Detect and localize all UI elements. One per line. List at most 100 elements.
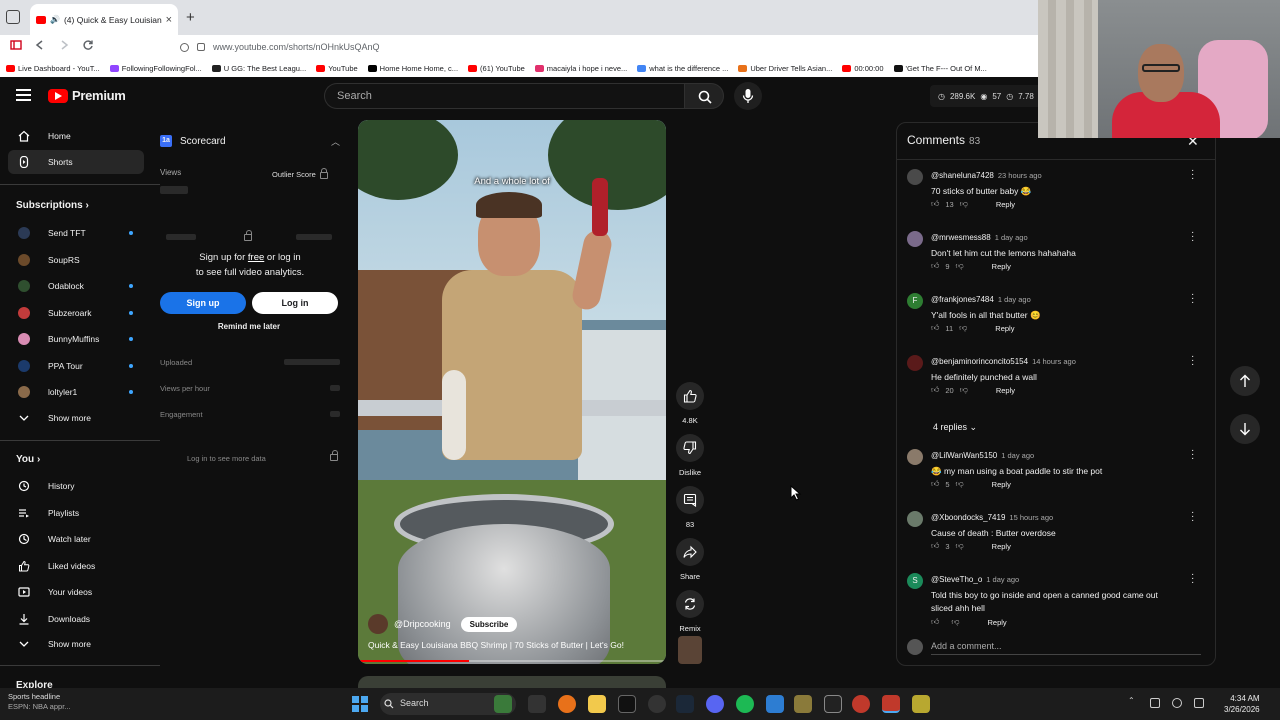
sidebar-subscription-item[interactable]: Odablock [8, 275, 144, 297]
channel-avatar[interactable] [368, 614, 388, 634]
comment-dislike-icon[interactable]: 👎︎ [956, 541, 964, 551]
comment-dislike-icon[interactable]: 👎︎ [959, 323, 967, 333]
comment-author[interactable]: @benjaminorinconcito5154 [931, 357, 1028, 366]
comment-like-icon[interactable]: 👍︎ [931, 541, 939, 551]
sidebar-subscription-item[interactable]: Subzeroark [8, 302, 144, 324]
new-tab-button[interactable]: + [186, 9, 195, 26]
like-button[interactable]: 4.8K [676, 382, 704, 425]
reload-icon[interactable] [82, 39, 94, 51]
comment-reply-button[interactable]: Reply [996, 200, 1015, 209]
commenter-avatar[interactable] [907, 511, 923, 527]
sidebar-subscription-item[interactable]: PPA Tour [8, 355, 144, 377]
previous-short-button[interactable] [1230, 366, 1260, 396]
bookmark-item[interactable]: FollowingFollowingFol... [109, 64, 202, 73]
sidebar-subscription-item[interactable]: SoupRS [8, 249, 144, 271]
short-video-player[interactable]: And a whole lot of @Dripcooking Subscrib… [358, 120, 666, 664]
menu-icon[interactable] [16, 89, 31, 101]
log-in-button[interactable]: Log in [252, 292, 338, 314]
comment-like-icon[interactable]: 👍︎ [931, 323, 939, 333]
more-options-icon[interactable]: · · · [1191, 290, 1195, 308]
next-short-button[interactable] [1230, 414, 1260, 444]
outlier-score-button[interactable]: Outlier Score [264, 166, 336, 182]
comment-like-icon[interactable]: 👍︎ [931, 261, 939, 271]
comment-author[interactable]: @Xboondocks_7419 [931, 513, 1005, 522]
bookmark-item[interactable]: YouTube [316, 64, 358, 73]
taskbar-app-icon[interactable] [494, 695, 512, 713]
sign-up-button[interactable]: Sign up [160, 292, 246, 314]
comment-dislike-icon[interactable]: 👎︎ [956, 479, 964, 489]
battlenet-app-icon[interactable] [766, 695, 784, 713]
you-header[interactable]: You › [16, 454, 40, 465]
obs-app-icon[interactable] [648, 695, 666, 713]
remind-me-later-link[interactable]: Remind me later [160, 322, 338, 331]
sidebar-item-downloads[interactable]: Downloads [8, 607, 144, 631]
subscriptions-header[interactable]: Subscriptions › [16, 200, 89, 211]
app-icon[interactable] [912, 695, 930, 713]
bookmark-item[interactable]: Live Dashboard - YouT... [6, 64, 100, 73]
windows-start-icon[interactable] [352, 696, 368, 712]
sidebar-item-playlists[interactable]: Playlists [8, 501, 144, 525]
browser-app-icon[interactable] [558, 695, 576, 713]
task-view-icon[interactable] [528, 695, 546, 713]
file-explorer-icon[interactable] [588, 695, 606, 713]
youtube-premium-logo[interactable]: Premium [48, 88, 126, 103]
comment-author[interactable]: @mrwesmess88 [931, 233, 991, 242]
app-icon[interactable] [794, 695, 812, 713]
sound-thumbnail[interactable] [678, 636, 702, 664]
sidebar-item-your-videos[interactable]: Your videos [8, 580, 144, 604]
comment-like-icon[interactable]: 👍︎ [931, 199, 939, 209]
comment-dislike-icon[interactable]: 👎︎ [951, 617, 959, 627]
show-more-subscriptions-button[interactable]: Show more [8, 406, 144, 430]
comment-reply-button[interactable]: Reply [992, 480, 1011, 489]
commenter-avatar[interactable] [907, 169, 923, 185]
channel-name[interactable]: @Dripcooking [394, 619, 451, 629]
voice-search-button[interactable] [734, 82, 762, 110]
tray-overflow-icon[interactable]: ⌃ [1128, 696, 1138, 706]
volume-icon[interactable] [1194, 698, 1204, 708]
comment-author[interactable]: @frankjones7484 [931, 295, 994, 304]
comment-reply-button[interactable]: Reply [988, 618, 1007, 627]
sidebar-item-home[interactable]: Home [8, 124, 144, 148]
discord-app-icon[interactable] [706, 695, 724, 713]
speaker-icon[interactable]: 🔊 [50, 15, 60, 24]
sidebar-item-watch-later[interactable]: Watch later [8, 527, 144, 551]
comment-dislike-icon[interactable]: 👎︎ [956, 261, 964, 271]
video-progress-bar[interactable] [358, 660, 666, 662]
steam-app-icon[interactable] [676, 695, 694, 713]
app-icon[interactable] [852, 695, 870, 713]
lock-icon[interactable] [197, 43, 205, 51]
bookmark-item[interactable]: (61) YouTube [468, 64, 525, 73]
browser-tab-active[interactable]: 🔊 (4) Quick & Easy Louisiana × [30, 4, 178, 35]
shield-icon[interactable] [180, 42, 189, 52]
app-icon[interactable] [824, 695, 842, 713]
add-comment-input[interactable]: Add a comment... [931, 641, 1201, 655]
comment-reply-button[interactable]: Reply [992, 542, 1011, 551]
app-icon[interactable] [882, 695, 900, 713]
comment-reply-button[interactable]: Reply [995, 324, 1014, 333]
commenter-avatar[interactable]: F [907, 293, 923, 309]
commenter-avatar[interactable] [907, 449, 923, 465]
free-link[interactable]: free [248, 252, 264, 263]
sidebar-subscription-item[interactable]: BunnyMuffins [8, 328, 144, 350]
bookmark-item[interactable]: Uber Driver Tells Asian... [738, 64, 832, 73]
view-replies-button[interactable]: 4 replies ⌄ [933, 422, 977, 433]
more-options-icon[interactable]: · · · [1191, 228, 1195, 246]
commenter-avatar[interactable]: S [907, 573, 923, 589]
bookmark-item[interactable]: U GG: The Best Leagu... [211, 64, 306, 73]
commenter-avatar[interactable] [907, 355, 923, 371]
chevron-up-icon[interactable]: ︿ [331, 135, 340, 148]
comments-button[interactable]: 83 [676, 486, 704, 529]
comment-dislike-icon[interactable]: 👎︎ [960, 199, 968, 209]
sidebar-subscription-item[interactable]: Send TFT [8, 222, 144, 244]
comment-like-icon[interactable]: 👍︎ [931, 479, 939, 489]
remix-button[interactable]: Remix [676, 590, 704, 633]
microphone-tray-icon[interactable] [1172, 698, 1182, 708]
spotify-app-icon[interactable] [736, 695, 754, 713]
forward-icon[interactable] [58, 39, 70, 51]
more-options-icon[interactable]: · · · [1191, 446, 1195, 464]
comment-dislike-icon[interactable]: 👎︎ [960, 385, 968, 395]
bookmark-item[interactable]: macaiyla i hope i neve... [534, 64, 627, 73]
sidebar-toggle-icon[interactable] [10, 39, 22, 51]
video-title[interactable]: Quick & Easy Louisiana BBQ Shrimp | 70 S… [368, 640, 624, 650]
comment-like-icon[interactable]: 👍︎ [931, 385, 939, 395]
